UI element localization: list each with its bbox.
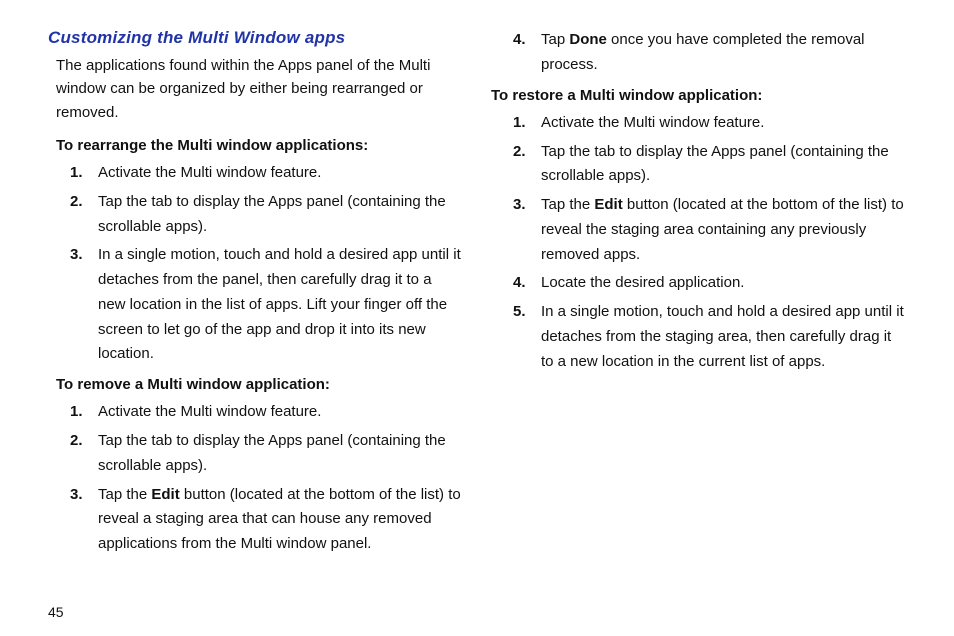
list-item: Activate the Multi window feature. [535,111,906,136]
list-item: Tap the Edit button (located at the bott… [92,483,463,557]
text: Tap the [541,196,594,213]
column-left: Customizing the Multi Window apps The ap… [48,28,463,636]
bold-text: Edit [151,486,179,503]
section-title: Customizing the Multi Window apps [48,28,463,48]
steps-restore: Activate the Multi window feature. Tap t… [491,111,906,375]
list-item: Tap Done once you have completed the rem… [535,28,906,78]
list-item: Locate the desired application. [535,271,906,296]
list-item: Tap the Edit button (located at the bott… [535,193,906,267]
list-item: Activate the Multi window feature. [92,400,463,425]
text: Tap [541,31,569,48]
list-item: Activate the Multi window feature. [92,161,463,186]
list-item: Tap the tab to display the Apps panel (c… [535,140,906,190]
subheading-restore: To restore a Multi window application: [491,84,906,107]
page-number: 45 [48,604,64,620]
steps-remove-cont: Tap Done once you have completed the rem… [491,28,906,78]
bold-text: Edit [594,196,622,213]
text: Tap the [98,486,151,503]
page-content: Customizing the Multi Window apps The ap… [0,0,954,636]
column-right: Tap Done once you have completed the rem… [491,28,906,636]
intro-paragraph: The applications found within the Apps p… [56,54,463,124]
list-item: Tap the tab to display the Apps panel (c… [92,429,463,479]
steps-rearrange: Activate the Multi window feature. Tap t… [48,161,463,367]
subheading-remove: To remove a Multi window application: [56,373,463,396]
subheading-rearrange: To rearrange the Multi window applicatio… [56,134,463,157]
list-item: In a single motion, touch and hold a des… [92,243,463,367]
bold-text: Done [569,31,607,48]
list-item: Tap the tab to display the Apps panel (c… [92,190,463,240]
steps-remove: Activate the Multi window feature. Tap t… [48,400,463,557]
list-item: In a single motion, touch and hold a des… [535,300,906,374]
